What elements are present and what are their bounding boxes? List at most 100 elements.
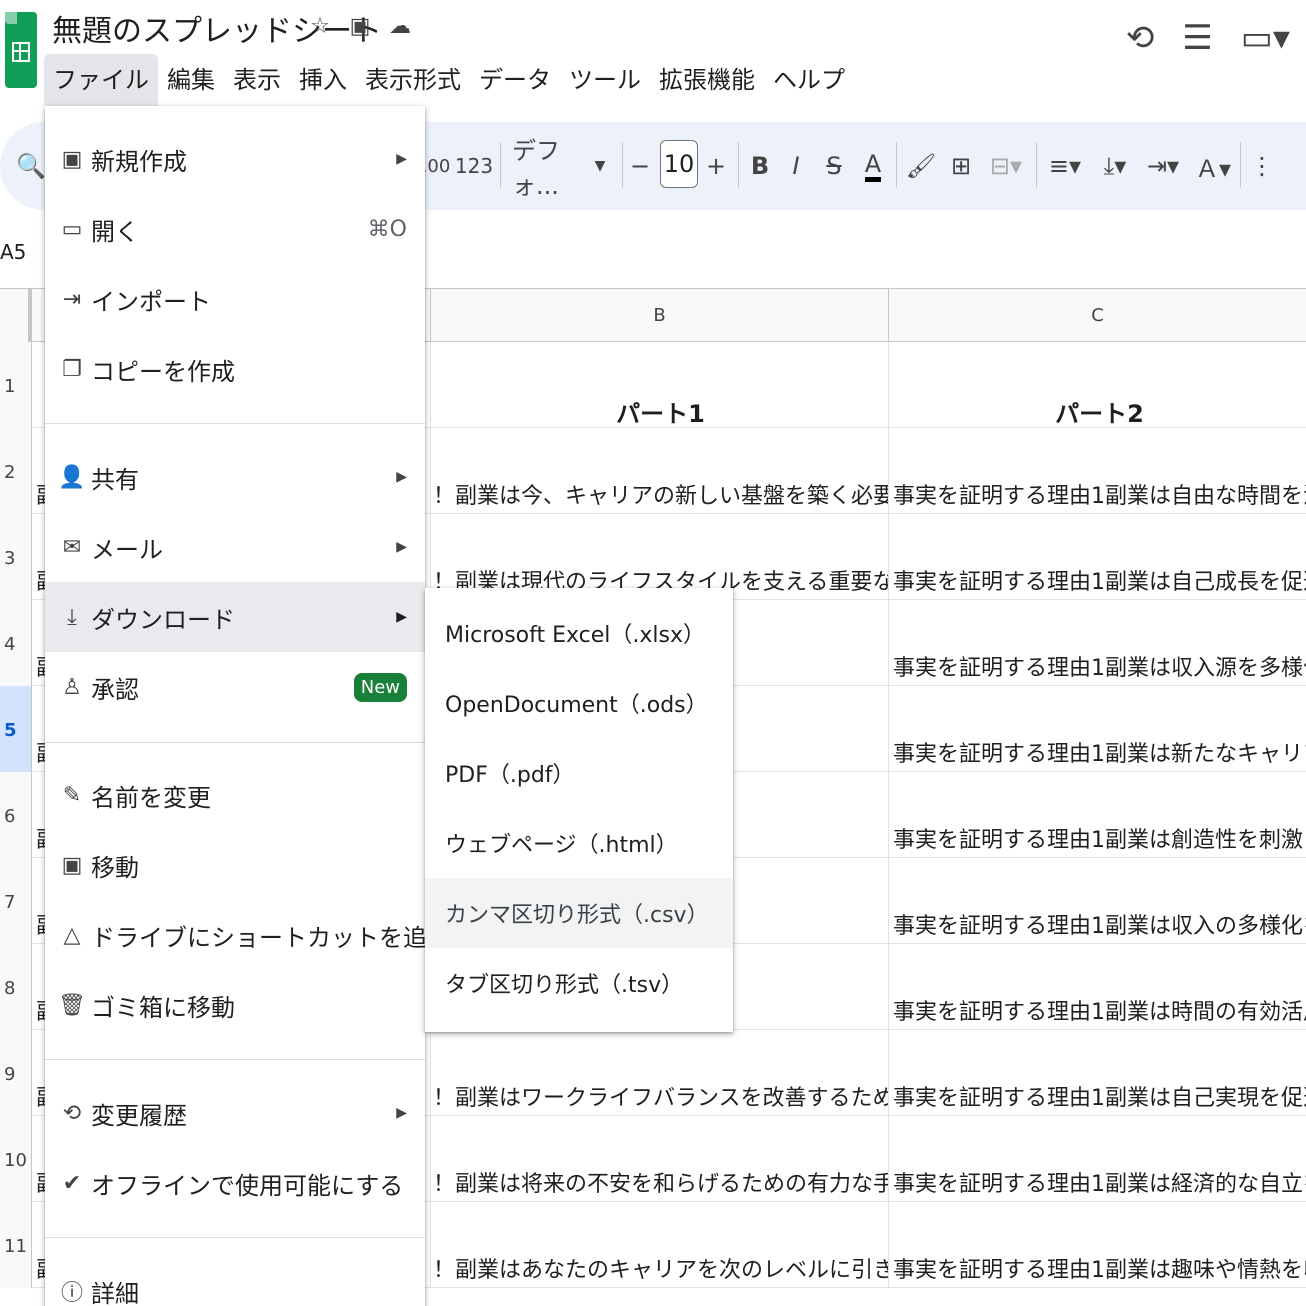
file-menu-new[interactable]: ▣ 新規作成 ▶: [45, 124, 425, 194]
italic-button[interactable]: I: [784, 122, 808, 210]
file-menu-approval[interactable]: ♙ 承認 New: [45, 652, 425, 722]
file-menu-details[interactable]: ⓘ 詳細: [45, 1256, 425, 1306]
cell-b[interactable]: ！副業は将来の不安を和らげるための有力な手段です。: [430, 1116, 888, 1202]
row-header[interactable]: 8: [0, 944, 32, 1030]
cell-c[interactable]: 事実を証明する理由1副業は収入源を多様化し、経済的な安: [888, 600, 1306, 686]
font-family-select[interactable]: デフォ...: [512, 122, 580, 210]
file-menu-offline[interactable]: ✔ オフラインで使用可能にする: [45, 1148, 425, 1218]
file-menu: ▣ 新規作成 ▶ ▭ 開く ⌘O ⇥ インポート ❐ コピーを作成 👤 共有 ▶…: [45, 106, 451, 1306]
decrease-font-size-button[interactable]: −: [628, 122, 652, 210]
increase-decimal-button[interactable]: .00: [422, 122, 451, 210]
menu-format[interactable]: 表示形式: [356, 54, 470, 106]
submenu-arrow-icon: ▶: [396, 1105, 407, 1121]
file-menu-approval-label: 承認: [91, 675, 139, 704]
menu-data[interactable]: データ: [470, 54, 560, 106]
text-wrapping-icon[interactable]: ⇥▾: [1142, 122, 1184, 210]
cell-c[interactable]: 事実を証明する理由1副業は自己成長を促進し、新しいスキ: [888, 514, 1306, 600]
file-menu-offline-label: オフラインで使用可能にする: [91, 1171, 404, 1200]
row-header[interactable]: 4: [0, 600, 32, 686]
star-icon[interactable]: ☆: [306, 12, 334, 40]
row-header[interactable]: 3: [0, 514, 32, 600]
file-menu-open[interactable]: ▭ 開く ⌘O: [45, 194, 425, 264]
row-header[interactable]: 7: [0, 858, 32, 944]
download-ods[interactable]: OpenDocument（.ods）: [425, 668, 733, 738]
row-header[interactable]: 2: [0, 428, 32, 514]
download-pdf[interactable]: PDF（.pdf）: [425, 738, 733, 808]
column-header-b[interactable]: B: [430, 289, 888, 343]
menu-file[interactable]: ファイル: [44, 54, 158, 106]
menu-extensions[interactable]: 拡張機能: [650, 54, 764, 106]
more-formats-button[interactable]: 123: [455, 122, 493, 210]
cell-c[interactable]: 事実を証明する理由1副業は収入の多様化を実現し、経済的: [888, 858, 1306, 944]
cell-c[interactable]: 事実を証明する理由1副業は趣味や情熱を収益化し、ライフ: [888, 1202, 1306, 1288]
file-menu-download[interactable]: ⤓ ダウンロード ▶: [45, 582, 425, 652]
search-menus-icon[interactable]: 🔍: [14, 122, 48, 210]
cell-c[interactable]: 事実を証明する理由1副業は新たなキャリアパスを開拓し、: [888, 686, 1306, 772]
cell-c[interactable]: 事実を証明する理由1副業は自由な時間を活用し、収入の多: [888, 428, 1306, 514]
file-menu-trash[interactable]: 🗑 ゴミ箱に移動: [45, 970, 425, 1040]
font-size-input[interactable]: 10: [660, 140, 698, 188]
horizontal-align-icon[interactable]: ≡▾: [1044, 122, 1086, 210]
file-menu-import[interactable]: ⇥ インポート: [45, 264, 425, 334]
new-badge: New: [353, 672, 407, 702]
sheets-logo[interactable]: [5, 12, 37, 88]
strikethrough-button[interactable]: S: [822, 122, 846, 210]
row-header[interactable]: 5: [0, 686, 32, 772]
name-box[interactable]: A5: [0, 240, 26, 264]
download-csv[interactable]: カンマ区切り形式（.csv）: [425, 878, 733, 948]
row-header[interactable]: 10: [0, 1116, 32, 1202]
file-menu-email-label: メール: [91, 535, 163, 564]
text-rotation-icon[interactable]: Ａ▾: [1192, 122, 1234, 210]
cell-c[interactable]: 事実を証明する理由1副業は創造性を刺激し、アイディアを: [888, 772, 1306, 858]
increase-font-size-button[interactable]: +: [704, 122, 728, 210]
vertical-align-icon[interactable]: ⤓▾: [1094, 122, 1136, 210]
menu-help[interactable]: ヘルプ: [764, 54, 854, 106]
row-header[interactable]: 9: [0, 1030, 32, 1116]
menu-divider: [45, 742, 425, 743]
cloud-status-icon[interactable]: ☁: [386, 12, 414, 40]
menu-insert[interactable]: 挿入: [290, 54, 356, 106]
file-menu-move[interactable]: ▣ 移動: [45, 830, 425, 900]
merge-cells-icon[interactable]: ⊟▾: [984, 122, 1028, 210]
cell-c[interactable]: 事実を証明する理由1副業は経済的な自立を支援し、収入の: [888, 1116, 1306, 1202]
fill-color-icon[interactable]: 🖌: [904, 122, 938, 210]
file-menu-history[interactable]: ⟲ 変更履歴 ▶: [45, 1078, 425, 1148]
file-menu-share-label: 共有: [91, 465, 139, 494]
file-menu-email[interactable]: ✉ メール ▶: [45, 512, 425, 582]
file-menu-rename[interactable]: ✎ 名前を変更: [45, 760, 425, 830]
row-header[interactable]: 6: [0, 772, 32, 858]
file-menu-share[interactable]: 👤 共有 ▶: [45, 442, 425, 512]
meet-icon[interactable]: ▭▾: [1241, 18, 1290, 58]
borders-icon[interactable]: ⊞: [946, 122, 976, 210]
cell-b[interactable]: ！副業はワークライフバランスを改善するための秘訣です。: [430, 1030, 888, 1116]
row-header[interactable]: 1: [0, 342, 32, 428]
download-tsv[interactable]: タブ区切り形式（.tsv）: [425, 948, 733, 1018]
menu-tools[interactable]: ツール: [560, 54, 650, 106]
menu-view[interactable]: 表示: [224, 54, 290, 106]
select-all-corner[interactable]: [0, 289, 32, 343]
cell-b[interactable]: ！副業は今、キャリアの新しい基盤を築く必要がある時代です。: [430, 428, 888, 514]
cell-c[interactable]: パート2: [888, 342, 1306, 428]
menu-edit[interactable]: 編集: [158, 54, 224, 106]
download-xlsx[interactable]: Microsoft Excel（.xlsx）: [425, 598, 733, 668]
file-menu-rename-label: 名前を変更: [91, 783, 211, 812]
font-family-dropdown-icon[interactable]: ▼: [590, 122, 610, 210]
more-options-icon[interactable]: ⋮: [1250, 122, 1274, 210]
bold-button[interactable]: B: [748, 122, 772, 210]
cell-c[interactable]: 事実を証明する理由1副業は自己実現を促進し、パーソナル: [888, 1030, 1306, 1116]
cell-b[interactable]: パート1: [430, 342, 888, 428]
row-header[interactable]: 11: [0, 1202, 32, 1288]
folder-icon: ▭: [61, 216, 83, 242]
text-color-button[interactable]: A: [858, 122, 888, 210]
download-html[interactable]: ウェブページ（.html）: [425, 808, 733, 878]
file-menu-copy[interactable]: ❐ コピーを作成: [45, 334, 425, 404]
menu-bar: ファイル 編集 表示 挿入 表示形式 データ ツール 拡張機能 ヘルプ: [44, 54, 854, 106]
move-to-folder-icon[interactable]: ▣: [346, 12, 374, 40]
cell-b[interactable]: ！副業はあなたのキャリアを次のレベルに引き上げます。: [430, 1202, 888, 1288]
cell-c[interactable]: 事実を証明する理由1副業は時間の有効活用を促進し、多忙: [888, 944, 1306, 1030]
column-header-c[interactable]: C: [888, 289, 1306, 343]
file-menu-add-shortcut[interactable]: △ ドライブにショートカットを追加: [45, 900, 451, 970]
history-icon[interactable]: ⟲: [1126, 18, 1155, 58]
move-folder-icon: ▣: [61, 852, 83, 878]
comments-icon[interactable]: ☰: [1182, 18, 1212, 58]
